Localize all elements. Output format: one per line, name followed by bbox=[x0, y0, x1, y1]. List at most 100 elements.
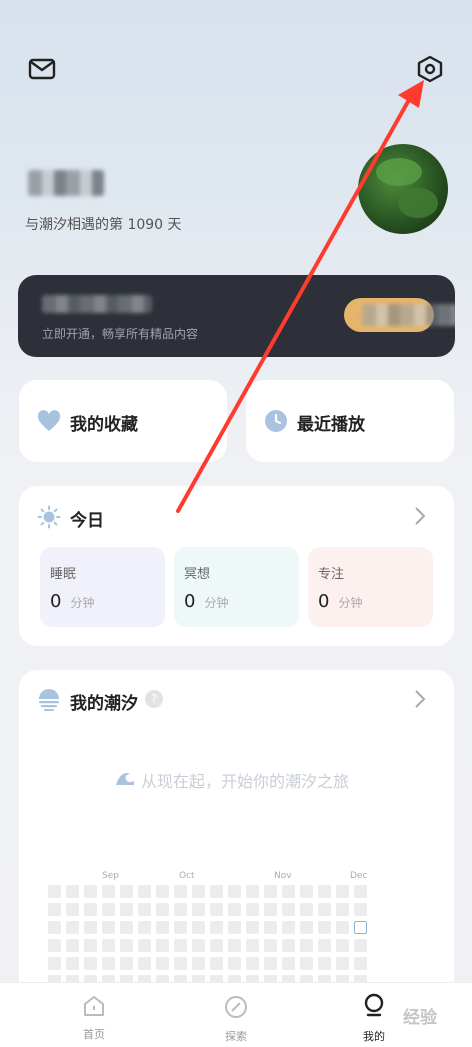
tide-icon bbox=[37, 688, 61, 716]
heatmap-cell bbox=[228, 939, 241, 952]
heatmap-cell bbox=[354, 885, 367, 898]
heatmap-cell bbox=[156, 885, 169, 898]
focus-stat[interactable]: 专注 0 分钟 bbox=[308, 547, 433, 627]
heatmap-cell bbox=[156, 939, 169, 952]
heatmap-cell bbox=[120, 957, 133, 970]
nav-home[interactable]: 首页 bbox=[82, 995, 106, 1042]
heatmap-cell bbox=[120, 903, 133, 916]
heatmap-cell bbox=[84, 921, 97, 934]
vip-open-button[interactable] bbox=[344, 298, 455, 332]
heatmap-cell bbox=[120, 921, 133, 934]
month-label-nov: Nov bbox=[274, 871, 292, 881]
heatmap-cell bbox=[120, 939, 133, 952]
heatmap-cell bbox=[174, 957, 187, 970]
heatmap-cell bbox=[264, 939, 277, 952]
heatmap-cell bbox=[138, 921, 151, 934]
heatmap-cell bbox=[282, 939, 295, 952]
heatmap-cell bbox=[246, 921, 259, 934]
my-tide-card: 我的潮汐 ? 从现在起，开始你的潮汐之旅 Sep Oct Nov Dec bbox=[19, 670, 454, 1010]
heatmap-cell bbox=[354, 903, 367, 916]
heatmap-cell bbox=[210, 885, 223, 898]
nav-mine[interactable]: 我的 bbox=[362, 993, 386, 1044]
today-chevron-right-icon[interactable] bbox=[414, 506, 426, 530]
heatmap-cell bbox=[336, 939, 349, 952]
heatmap-cell bbox=[282, 903, 295, 916]
help-icon[interactable]: ? bbox=[145, 690, 163, 708]
heatmap-cell bbox=[300, 939, 313, 952]
heatmap-cell bbox=[192, 885, 205, 898]
sleep-label: 睡眠 bbox=[50, 567, 77, 582]
heatmap-cell bbox=[192, 939, 205, 952]
heatmap-cell bbox=[48, 903, 61, 916]
meditation-label: 冥想 bbox=[184, 567, 211, 582]
heatmap-cell bbox=[210, 903, 223, 916]
sleep-stat[interactable]: 睡眠 0 分钟 bbox=[40, 547, 165, 627]
heatmap-cell bbox=[336, 903, 349, 916]
heatmap-cell bbox=[156, 921, 169, 934]
vip-title-blurred bbox=[42, 295, 152, 313]
meditation-stat[interactable]: 冥想 0 分钟 bbox=[174, 547, 299, 627]
compass-icon bbox=[224, 995, 248, 1022]
heatmap-cell bbox=[66, 903, 79, 916]
heatmap-cell bbox=[66, 885, 79, 898]
username-blurred bbox=[28, 170, 104, 196]
heatmap-cell bbox=[246, 939, 259, 952]
home-icon bbox=[82, 995, 106, 1020]
tide-empty-text: 从现在起，开始你的潮汐之旅 bbox=[141, 772, 350, 791]
heatmap-cell bbox=[264, 885, 277, 898]
tide-chevron-right-icon[interactable] bbox=[414, 689, 426, 713]
focus-value: 0 bbox=[318, 591, 330, 612]
heatmap-cell bbox=[84, 957, 97, 970]
favorites-label: 我的收藏 bbox=[70, 415, 138, 435]
heatmap-cell bbox=[138, 885, 151, 898]
heatmap-cell bbox=[336, 957, 349, 970]
today-title: 今日 bbox=[70, 511, 104, 531]
heatmap-cell bbox=[66, 957, 79, 970]
heart-icon bbox=[37, 410, 61, 436]
heatmap-cell bbox=[228, 957, 241, 970]
heatmap-cell bbox=[48, 921, 61, 934]
heatmap-cell bbox=[318, 939, 331, 952]
heatmap-cell bbox=[174, 885, 187, 898]
tide-empty-state: 从现在起，开始你的潮汐之旅 bbox=[115, 768, 349, 792]
vip-subtitle: 立即开通，畅享所有精品内容 bbox=[42, 327, 199, 341]
mail-icon[interactable] bbox=[24, 51, 60, 87]
heatmap-cell bbox=[228, 921, 241, 934]
heatmap-cell bbox=[300, 885, 313, 898]
heatmap-cell bbox=[102, 921, 115, 934]
bottom-nav: 首页 探索 我的 经验 bbox=[0, 982, 472, 1047]
heatmap-cell bbox=[84, 903, 97, 916]
heatmap-cell bbox=[138, 939, 151, 952]
today-card: 今日 睡眠 0 分钟 冥想 0 分钟 专注 0 分钟 bbox=[19, 486, 454, 646]
heatmap-cell bbox=[246, 885, 259, 898]
avatar[interactable] bbox=[358, 144, 448, 234]
nav-mine-label: 我的 bbox=[363, 1030, 385, 1043]
heatmap-cell bbox=[174, 903, 187, 916]
heatmap-cell bbox=[210, 921, 223, 934]
heatmap-cell bbox=[228, 885, 241, 898]
month-label-oct: Oct bbox=[179, 871, 195, 881]
recent-played-card[interactable]: 最近播放 bbox=[246, 380, 454, 462]
vip-banner[interactable]: 立即开通，畅享所有精品内容 bbox=[18, 275, 455, 357]
heatmap-cell bbox=[300, 921, 313, 934]
heatmap-cell bbox=[210, 939, 223, 952]
heatmap-cell bbox=[102, 903, 115, 916]
month-label-sep: Sep bbox=[102, 871, 119, 881]
heatmap-cell bbox=[84, 885, 97, 898]
recent-played-label: 最近播放 bbox=[297, 415, 365, 435]
heatmap-cell bbox=[300, 957, 313, 970]
heatmap-cell bbox=[66, 939, 79, 952]
sun-icon bbox=[37, 505, 61, 533]
heatmap-cell bbox=[336, 885, 349, 898]
month-label-dec: Dec bbox=[350, 871, 368, 881]
heatmap-cell bbox=[174, 921, 187, 934]
nav-explore[interactable]: 探索 bbox=[224, 995, 248, 1044]
heatmap-cell bbox=[318, 957, 331, 970]
days-together-text: 与潮汐相遇的第 1090 天 bbox=[25, 217, 182, 233]
my-tide-title: 我的潮汐 bbox=[70, 694, 138, 714]
heatmap-cell bbox=[138, 957, 151, 970]
settings-gear-icon[interactable] bbox=[412, 51, 448, 87]
heatmap-cell bbox=[48, 885, 61, 898]
heatmap-cell bbox=[228, 903, 241, 916]
favorites-card[interactable]: 我的收藏 bbox=[19, 380, 227, 462]
